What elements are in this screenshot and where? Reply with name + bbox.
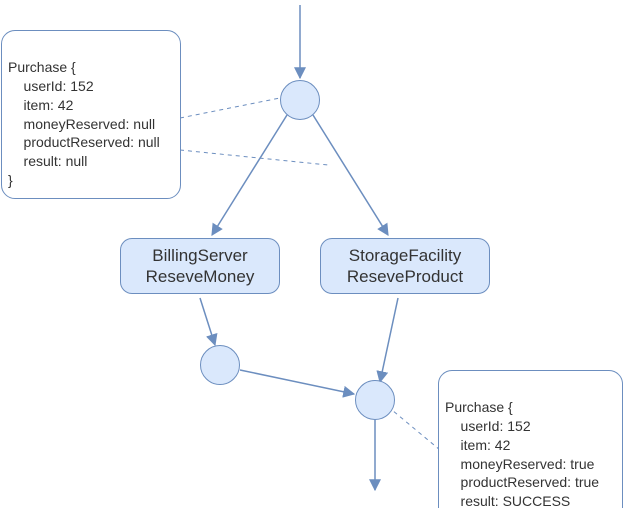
node-billing-line2: ReseveMoney bbox=[146, 266, 255, 287]
note-initial-result-value: null bbox=[66, 153, 88, 169]
note-initial-item-label: item: bbox=[8, 97, 58, 113]
note-final-userid-value: 152 bbox=[507, 418, 530, 434]
node-merge bbox=[355, 380, 395, 420]
edge-note-initial-b bbox=[180, 150, 328, 165]
edge-left-to-merge bbox=[240, 370, 354, 394]
edge-note-initial-a bbox=[180, 98, 280, 118]
note-initial-product-label: productReserved: bbox=[8, 134, 138, 150]
edge-top-to-storage bbox=[313, 115, 388, 235]
note-final-result-label: result: bbox=[445, 493, 503, 508]
note-final-item-value: 42 bbox=[495, 437, 511, 453]
node-start bbox=[280, 80, 320, 120]
node-storage-line2: ReseveProduct bbox=[347, 266, 463, 287]
note-initial-footer: } bbox=[8, 172, 13, 188]
diagram-canvas: BillingServer ReseveMoney StorageFacilit… bbox=[0, 0, 629, 508]
node-billing: BillingServer ReseveMoney bbox=[120, 238, 280, 294]
note-final-product-label: productReserved: bbox=[445, 474, 575, 490]
node-intermediate bbox=[200, 345, 240, 385]
note-initial-userid-value: 152 bbox=[70, 78, 93, 94]
node-storage-line1: StorageFacility bbox=[349, 245, 461, 266]
note-initial-money-label: moneyReserved: bbox=[8, 116, 133, 132]
note-initial-item-value: 42 bbox=[58, 97, 74, 113]
note-initial-header: Purchase { bbox=[8, 59, 76, 75]
note-initial-money-value: null bbox=[133, 116, 155, 132]
node-storage: StorageFacility ReseveProduct bbox=[320, 238, 490, 294]
edge-storage-to-merge bbox=[380, 298, 398, 382]
note-initial-userid-label: userId: bbox=[8, 78, 70, 94]
note-final-item-label: item: bbox=[445, 437, 495, 453]
note-initial-result-label: result: bbox=[8, 153, 66, 169]
note-final-header: Purchase { bbox=[445, 399, 513, 415]
node-billing-line1: BillingServer bbox=[152, 245, 247, 266]
note-final: Purchase { userId: 152 item: 42 moneyRes… bbox=[438, 370, 623, 508]
note-initial: Purchase { userId: 152 item: 42 moneyRes… bbox=[1, 30, 181, 199]
note-final-money-label: moneyReserved: bbox=[445, 456, 570, 472]
edge-top-to-billing bbox=[212, 115, 287, 235]
edge-note-final bbox=[392, 410, 440, 450]
note-final-result-value: SUCCESS bbox=[503, 493, 571, 508]
note-initial-product-value: null bbox=[138, 134, 160, 150]
note-final-product-value: true bbox=[575, 474, 599, 490]
note-final-userid-label: userId: bbox=[445, 418, 507, 434]
note-final-money-value: true bbox=[570, 456, 594, 472]
edge-billing-to-left bbox=[200, 298, 215, 345]
